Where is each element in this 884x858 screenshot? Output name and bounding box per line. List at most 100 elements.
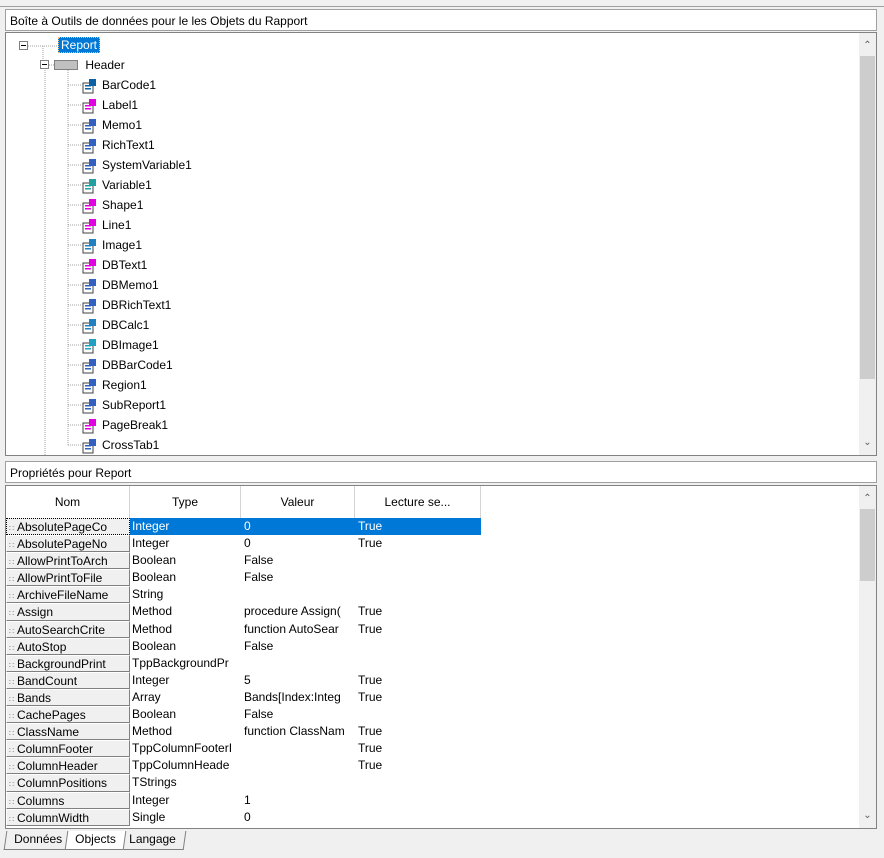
drag-grip-icon[interactable]: ∷: [9, 725, 15, 739]
table-row[interactable]: ∷ ColumnHeader TppColumnHeade True: [6, 757, 481, 775]
tab-donnees[interactable]: Données: [3, 831, 73, 850]
scroll-up-arrow-icon[interactable]: ⌃: [859, 490, 876, 507]
header-collapse-button[interactable]: [40, 60, 49, 69]
tree-node-item[interactable]: SubReport1: [82, 395, 166, 415]
tab-objects[interactable]: Objects: [64, 831, 127, 850]
property-name-cell: ∷ AllowPrintToArch: [6, 552, 130, 570]
tree-node-item[interactable]: DBRichText1: [82, 295, 171, 315]
property-name-cell: ∷ AbsolutePageCo: [6, 518, 130, 536]
tree-node-item[interactable]: Region1: [82, 375, 147, 395]
tree-node-item[interactable]: CrossTab1: [82, 435, 159, 455]
property-name-label: AutoSearchCrite: [17, 622, 106, 637]
properties-grid[interactable]: Nom Type Valeur Lecture se... ∷ AbsoluteP…: [5, 485, 877, 829]
drag-grip-icon[interactable]: ∷: [9, 811, 15, 825]
drag-grip-icon[interactable]: ∷: [9, 708, 15, 722]
tree-vertical-scrollbar[interactable]: ⌃ ⌄: [859, 33, 876, 455]
column-header-valeur[interactable]: Valeur: [241, 486, 355, 518]
drag-grip-icon[interactable]: ∷: [9, 571, 15, 585]
tab-langage[interactable]: Langage: [118, 831, 186, 850]
property-name-label: Assign: [17, 605, 54, 620]
property-value-cell: [241, 740, 355, 757]
tree-node-item[interactable]: Shape1: [82, 195, 143, 215]
table-row[interactable]: ∷ Assign Method procedure Assign(True: [6, 603, 481, 621]
table-row[interactable]: ∷ AbsolutePageCo Integer 0 True: [6, 518, 481, 536]
tree-node-header[interactable]: Header: [54, 55, 125, 75]
tree-node-item[interactable]: DBText1: [82, 255, 147, 275]
property-type-cell: Boolean: [132, 553, 177, 568]
table-row[interactable]: ∷ CachePages Boolean False: [6, 706, 481, 724]
drag-grip-icon[interactable]: ∷: [9, 794, 15, 808]
tree-node-item[interactable]: DBCalc1: [82, 315, 149, 335]
subreport-icon: [82, 398, 98, 414]
tree-node-item[interactable]: SystemVariable1: [82, 155, 192, 175]
grid-vertical-scrollbar[interactable]: ⌃ ⌄: [859, 486, 876, 828]
property-readonly-cell: [355, 809, 481, 826]
dbmemo-icon: [82, 278, 98, 294]
drag-grip-icon[interactable]: ∷: [9, 554, 15, 568]
table-row[interactable]: ∷ AllowPrintToFile Boolean False: [6, 569, 481, 587]
tree-node-label: SystemVariable1: [102, 158, 192, 172]
drag-grip-icon[interactable]: ∷: [9, 657, 15, 671]
property-name-cell: ∷ ColumnWidth: [6, 808, 130, 826]
column-header-nom[interactable]: Nom: [6, 486, 130, 518]
column-header-type[interactable]: Type: [130, 486, 241, 518]
object-tree[interactable]: Report Header BarCode1 Label1 Memo1 RichTex…: [5, 32, 877, 456]
property-name-cell: ∷ ColumnPositions: [6, 774, 130, 792]
table-row[interactable]: ∷ AllowPrintToArch Boolean False: [6, 552, 481, 570]
tree-node-label: Label1: [102, 98, 139, 112]
tree-node-item[interactable]: Memo1: [82, 115, 142, 135]
property-readonly-cell: True: [358, 621, 383, 636]
table-row[interactable]: ∷ ColumnPositions TStrings: [6, 774, 481, 792]
drag-grip-icon[interactable]: ∷: [9, 520, 15, 534]
tree-root-node[interactable]: Report: [58, 35, 101, 55]
scroll-thumb[interactable]: [860, 509, 875, 581]
drag-grip-icon[interactable]: ∷: [9, 742, 15, 756]
tree-node-item[interactable]: DBBarCode1: [82, 355, 173, 375]
table-row[interactable]: ∷ BackgroundPrint TppBackgroundPr: [6, 654, 481, 672]
tree-node-item[interactable]: Image1: [82, 235, 142, 255]
tree-node-item[interactable]: Label1: [82, 95, 138, 115]
drag-grip-icon[interactable]: ∷: [9, 776, 15, 790]
scroll-down-arrow-icon[interactable]: ⌄: [859, 807, 876, 824]
barcode-icon: [82, 78, 98, 94]
drag-grip-icon[interactable]: ∷: [9, 588, 15, 602]
table-row[interactable]: ∷ ArchiveFileName String: [6, 586, 481, 604]
drag-grip-icon[interactable]: ∷: [9, 674, 15, 688]
tree-node-item[interactable]: PageBreak1: [82, 415, 168, 435]
root-collapse-button[interactable]: [19, 41, 28, 50]
scroll-thumb[interactable]: [860, 56, 875, 379]
table-row[interactable]: ∷ Bands Array Bands[Index:Integ True: [6, 688, 481, 707]
tree-node-label: SubReport1: [102, 398, 167, 412]
table-row[interactable]: ∷ ClassName Method function ClassNam True: [6, 723, 481, 741]
table-row[interactable]: ∷ BandCount Integer 5 True: [6, 671, 481, 689]
property-readonly-cell: True: [358, 536, 383, 551]
drag-grip-icon[interactable]: ∷: [9, 623, 15, 637]
table-row[interactable]: ∷ AutoStop Boolean False: [6, 637, 481, 655]
column-header-lecture-seule[interactable]: Lecture se...: [355, 486, 481, 518]
table-row[interactable]: ∷ AutoSearchCrite Method function AutoSear T…: [6, 620, 481, 638]
tree-node-item[interactable]: Line1: [82, 215, 131, 235]
scroll-down-arrow-icon[interactable]: ⌄: [859, 434, 876, 451]
tree-node-label: DBBarCode1: [102, 358, 173, 372]
tree-node-label: DBImage1: [102, 338, 159, 352]
drag-grip-icon[interactable]: ∷: [9, 640, 15, 654]
property-value-cell: 5: [244, 672, 251, 687]
table-row[interactable]: ∷ ColumnWidth Single 0: [6, 808, 481, 826]
tree-node-item[interactable]: RichText1: [82, 135, 155, 155]
tree-node-label: Line1: [102, 218, 132, 232]
tree-node-item[interactable]: DBMemo1: [82, 275, 159, 295]
table-row[interactable]: ∷ Columns Integer 1: [6, 791, 481, 809]
scroll-up-arrow-icon[interactable]: ⌃: [859, 37, 876, 54]
table-row[interactable]: ∷ AbsolutePageNo Integer 0 True: [6, 535, 481, 553]
tree-node-item[interactable]: DBImage1: [82, 335, 159, 355]
drag-grip-icon[interactable]: ∷: [9, 537, 15, 551]
drag-grip-icon[interactable]: ∷: [9, 759, 15, 773]
property-readonly-cell: [355, 586, 481, 603]
property-name-label: ColumnFooter: [17, 742, 94, 757]
drag-grip-icon[interactable]: ∷: [9, 605, 15, 619]
image-icon: [82, 238, 98, 254]
tree-node-item[interactable]: Variable1: [82, 175, 152, 195]
table-row[interactable]: ∷ ColumnFooter TppColumnFooterI True: [6, 740, 481, 758]
drag-grip-icon[interactable]: ∷: [9, 691, 15, 705]
tree-node-item[interactable]: BarCode1: [82, 75, 156, 95]
